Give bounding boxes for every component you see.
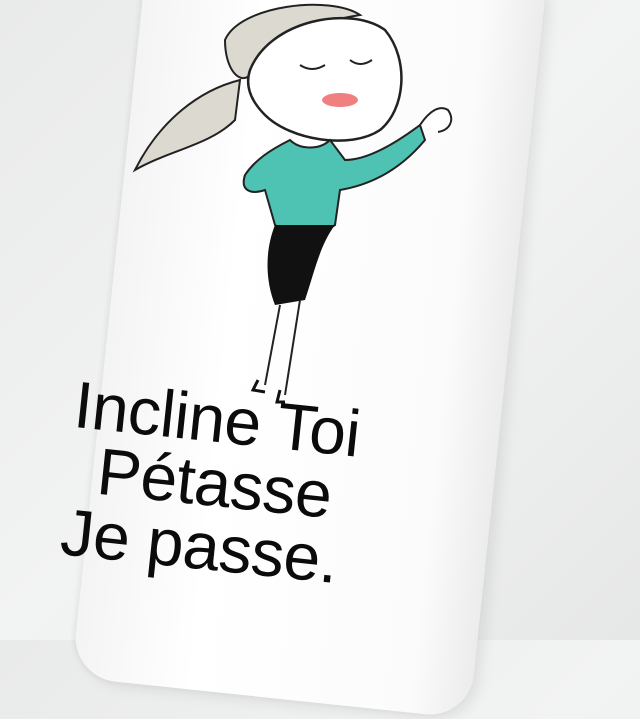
slogan-text: Incline Toi Pétasse Je passe. [57,367,363,597]
lips [322,93,358,107]
body [242,107,453,404]
